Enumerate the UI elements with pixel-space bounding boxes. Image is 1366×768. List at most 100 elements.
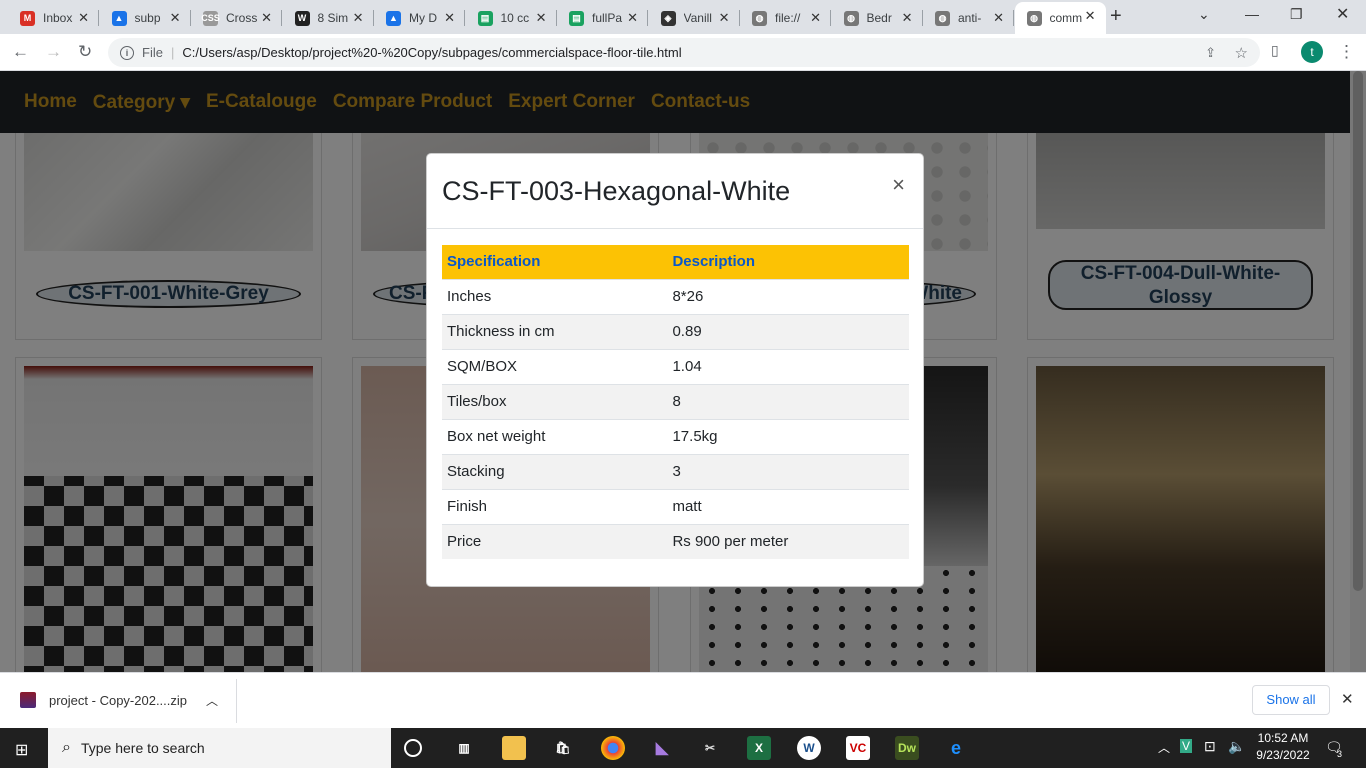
table-row: Thickness in cm 0.89 — [442, 313, 909, 349]
tray-chevron-icon[interactable]: ︿ — [1158, 739, 1170, 756]
browser-tab[interactable]: ▤ 10 cc ✕ — [466, 4, 557, 32]
cortana-icon[interactable] — [404, 739, 422, 757]
close-window-button[interactable]: ✕ — [1336, 4, 1349, 24]
visual-studio-icon[interactable]: ◣ — [650, 736, 674, 760]
tab-close-icon[interactable]: ✕ — [810, 10, 821, 26]
tab-title: comm — [1049, 11, 1083, 25]
download-filename[interactable]: project - Copy-202....zip — [49, 693, 187, 708]
table-row: Inches 8*26 — [442, 278, 909, 314]
tab-close-icon[interactable]: ✕ — [261, 10, 272, 26]
close-download-bar-icon[interactable]: ✕ — [1341, 690, 1354, 708]
table-row: Price Rs 900 per meter — [442, 523, 909, 559]
back-icon[interactable]: ← — [12, 42, 29, 62]
close-icon[interactable]: × — [892, 172, 905, 198]
tab-close-icon[interactable]: ✕ — [444, 10, 455, 26]
browser-tab[interactable]: ▲ My D ✕ — [374, 4, 465, 32]
tab-title: Bedr — [866, 11, 892, 25]
chrome-icon[interactable] — [601, 736, 625, 760]
tab-title: 8 Sim — [317, 11, 349, 25]
tab-strip: M Inbox ✕ ▲ subp ✕ CSS Cross ✕ W 8 Sim ✕ ▲ My D ✕ ▤ 10 c… — [0, 0, 1366, 34]
tab-close-icon[interactable]: ✕ — [353, 10, 364, 26]
tab-favicon-icon: ▤ — [477, 10, 493, 26]
clock-date: 9/23/2022 — [1256, 748, 1310, 762]
app-icon[interactable]: W — [797, 736, 821, 760]
chevron-up-icon[interactable]: ︿ — [206, 692, 218, 709]
task-view-icon[interactable]: ▥ — [452, 736, 476, 760]
windows-start-icon[interactable]: ⊞ — [15, 740, 28, 760]
spec-value: 8*26 — [667, 278, 909, 314]
spec-name: Stacking — [442, 453, 668, 489]
tab-favicon-icon: M — [20, 10, 35, 26]
header-specification: Specification — [442, 245, 668, 279]
web-page: Home Category ▾ E-Catalouge Compare Prod… — [0, 71, 1366, 672]
dreamweaver-icon[interactable]: Dw — [895, 736, 919, 760]
tab-title: My D — [409, 11, 437, 25]
spec-name: Finish — [442, 488, 668, 524]
profile-avatar[interactable]: t — [1301, 41, 1323, 63]
edge-icon[interactable]: e — [944, 736, 968, 760]
spec-value: 1.04 — [667, 348, 909, 384]
browser-tab[interactable]: W 8 Sim ✕ — [283, 4, 374, 32]
table-row: SQM/BOX 1.04 — [442, 348, 909, 384]
vc-app-icon[interactable]: VC — [846, 736, 870, 760]
forward-icon[interactable]: → — [45, 42, 62, 62]
bookmark-star-icon[interactable]: ☆ — [1235, 44, 1248, 62]
tab-favicon-icon: ◈ — [660, 10, 676, 26]
tab-favicon-icon: ◍ — [935, 10, 950, 26]
tab-close-icon[interactable]: ✕ — [993, 10, 1004, 26]
browser-tab[interactable]: ◍ Bedr ✕ — [832, 4, 923, 32]
download-bar: project - Copy-202....zip ︿ Show all ✕ — [0, 672, 1366, 728]
menu-icon[interactable]: ⋮ — [1338, 42, 1355, 62]
tab-close-icon[interactable]: ✕ — [170, 10, 181, 26]
spec-name: Inches — [442, 278, 668, 314]
info-icon[interactable]: i — [120, 45, 134, 60]
tab-close-icon[interactable]: ✕ — [719, 10, 730, 26]
tab-favicon-icon: CSS — [201, 10, 220, 26]
notification-count: 3 — [1337, 749, 1343, 759]
reload-icon[interactable]: ↻ — [78, 42, 92, 62]
url-field[interactable]: i File | C:/Users/asp/Desktop/project%20… — [108, 38, 1260, 67]
tab-favicon-icon: ▤ — [569, 10, 584, 26]
tab-search-icon[interactable]: ⌄ — [1198, 6, 1210, 23]
browser-tab[interactable]: ◍ anti- ✕ — [923, 4, 1014, 32]
taskbar-search[interactable]: ⌕ Type here to search — [48, 728, 391, 768]
browser-tab[interactable]: ▲ subp ✕ — [100, 4, 191, 32]
volume-icon[interactable]: 🔈 — [1228, 738, 1245, 755]
browser-tab[interactable]: ◈ Vanill ✕ — [649, 4, 740, 32]
tools-icon[interactable]: ✂ — [698, 736, 722, 760]
tab-title: anti- — [958, 11, 982, 25]
browser-tab[interactable]: M Inbox ✕ — [8, 4, 99, 32]
tab-favicon-icon: ◍ — [1026, 10, 1042, 26]
search-icon: ⌕ — [62, 739, 71, 756]
excel-icon[interactable]: X — [747, 736, 771, 760]
tab-close-icon[interactable]: ✕ — [536, 10, 547, 26]
clock[interactable]: 10:52 AM 9/23/2022 — [1255, 731, 1311, 762]
table-row: Stacking 3 — [442, 453, 909, 489]
maximize-button[interactable]: ❐ — [1290, 6, 1303, 23]
store-icon[interactable]: 🛍 — [551, 736, 575, 760]
show-all-button[interactable]: Show all — [1252, 685, 1330, 715]
network-icon[interactable]: ⊡ — [1204, 738, 1216, 755]
table-row: Tiles/box 8 — [442, 383, 909, 419]
minimize-button[interactable]: — — [1245, 6, 1259, 22]
browser-tab[interactable]: ▤ fullPa ✕ — [557, 4, 648, 32]
table-row: Finish matt — [442, 488, 909, 524]
tab-favicon-icon: ▲ — [111, 10, 127, 26]
tab-close-icon[interactable]: ✕ — [902, 10, 913, 26]
file-explorer-icon[interactable] — [502, 736, 526, 760]
spec-value: 3 — [667, 453, 909, 489]
browser-tab[interactable]: CSS Cross ✕ — [191, 4, 282, 32]
new-tab-button[interactable]: + — [1110, 5, 1122, 28]
tab-title: Cross — [226, 11, 258, 25]
share-icon[interactable]: ⇪ — [1205, 45, 1216, 61]
browser-tab[interactable]: ◍ comm ✕ — [1014, 2, 1106, 34]
url-text[interactable]: C:/Users/asp/Desktop/project%20-%20Copy/… — [182, 45, 681, 60]
tab-close-icon[interactable]: ✕ — [1085, 8, 1096, 24]
tab-close-icon[interactable]: ✕ — [627, 10, 638, 26]
browser-tab[interactable]: ◍ file:// ✕ — [740, 4, 831, 32]
header-description: Description — [667, 245, 909, 279]
tray-app-icon[interactable]: V — [1180, 739, 1193, 753]
address-bar: ← → ↻ i File | C:/Users/asp/Desktop/proj… — [0, 34, 1366, 71]
side-panel-icon[interactable]: ▯ — [1271, 42, 1279, 59]
tab-close-icon[interactable]: ✕ — [78, 10, 89, 26]
